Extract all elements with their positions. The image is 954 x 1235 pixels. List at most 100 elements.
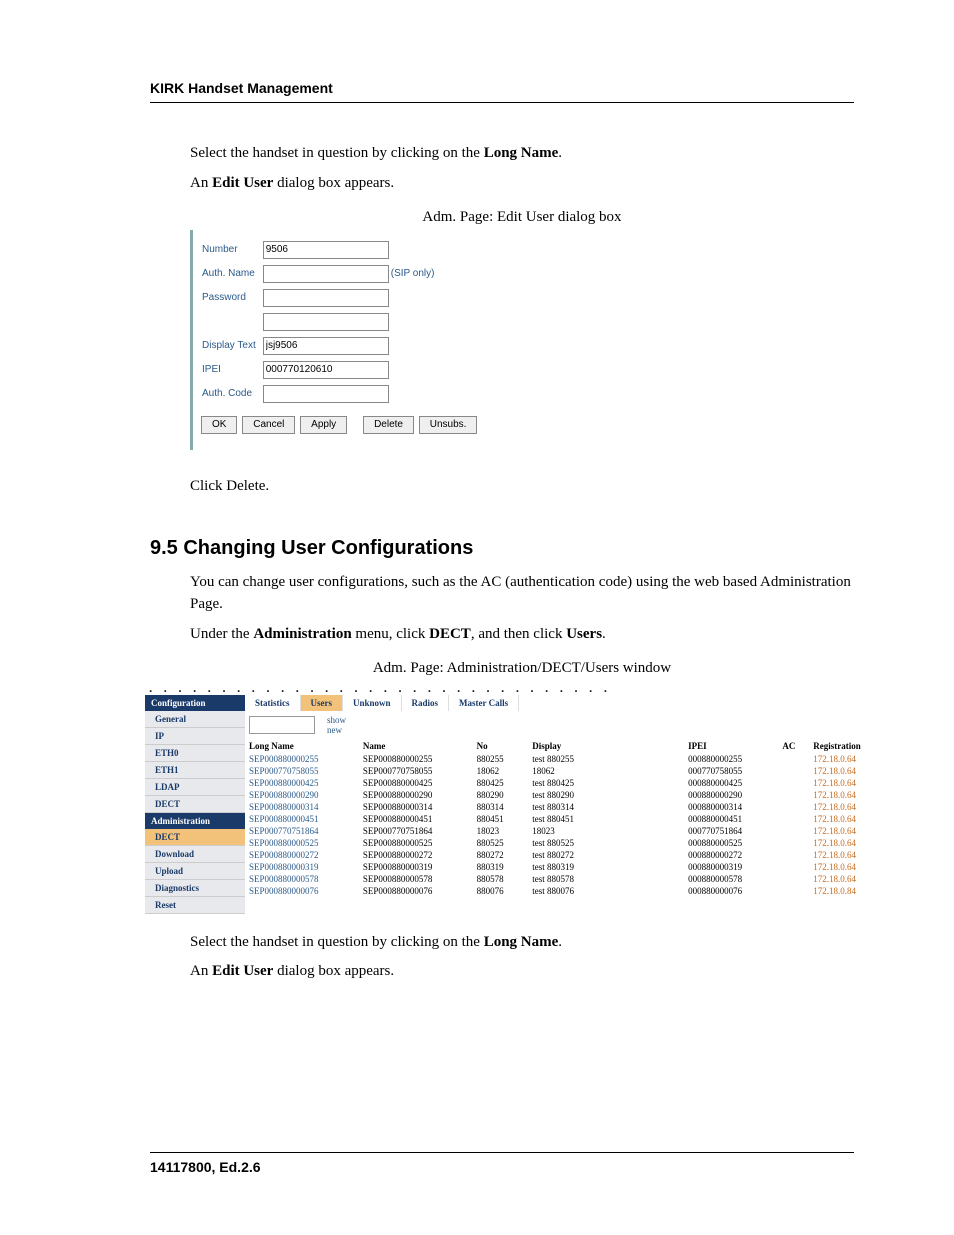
nav-item-eth0[interactable]: ETH0 <box>145 745 245 762</box>
nav-header-administration: Administration <box>145 813 245 829</box>
cell-display: test 880255 <box>528 753 684 765</box>
tab-statistics[interactable]: Statistics <box>245 695 301 711</box>
cell-long-name[interactable]: SEP000880000451 <box>245 813 359 825</box>
new-link[interactable]: new <box>327 725 346 735</box>
cell-long-name[interactable]: SEP000770751864 <box>245 825 359 837</box>
tab-radios[interactable]: Radios <box>402 695 450 711</box>
cell-registration[interactable]: 172.18.0.64 <box>809 801 885 813</box>
cell-registration[interactable]: 172.18.0.64 <box>809 813 885 825</box>
nav-item-reset[interactable]: Reset <box>145 897 245 914</box>
figure2-caption: Adm. Page: Administration/DECT/Users win… <box>190 660 854 677</box>
show-link[interactable]: show <box>327 715 346 725</box>
cell-no: 880314 <box>473 801 529 813</box>
cancel-button[interactable]: Cancel <box>242 416 295 434</box>
cell-registration[interactable]: 172.18.0.64 <box>809 765 885 777</box>
nav-item-general[interactable]: General <box>145 711 245 728</box>
cell-ipei: 000880000578 <box>684 873 778 885</box>
cell-ipei: 000880000319 <box>684 861 778 873</box>
table-row[interactable]: SEP000880000076SEP000880000076880076test… <box>245 885 885 897</box>
auth-name-input[interactable] <box>263 265 389 283</box>
cell-long-name[interactable]: SEP000880000314 <box>245 801 359 813</box>
nav-item-download[interactable]: Download <box>145 846 245 863</box>
filter-input[interactable] <box>249 716 315 734</box>
table-row[interactable]: SEP000880000319SEP000880000319880319test… <box>245 861 885 873</box>
cell-registration[interactable]: 172.18.0.64 <box>809 825 885 837</box>
cell-name: SEP000880000578 <box>359 873 473 885</box>
nav-item-dect[interactable]: DECT <box>145 829 245 846</box>
table-row[interactable]: SEP000770758055SEP0007707580551806218062… <box>245 765 885 777</box>
cell-no: 880578 <box>473 873 529 885</box>
paragraph-admin-dect-users: Under the Administration menu, click DEC… <box>190 624 854 646</box>
cell-name: SEP000880000525 <box>359 837 473 849</box>
cell-display: 18023 <box>528 825 684 837</box>
cell-registration[interactable]: 172.18.0.64 <box>809 789 885 801</box>
nav-item-eth1[interactable]: ETH1 <box>145 762 245 779</box>
users-bold: Users <box>566 626 602 642</box>
tab-users[interactable]: Users <box>301 695 344 711</box>
delete-button[interactable]: Delete <box>363 416 414 434</box>
nav-item-dect[interactable]: DECT <box>145 796 245 813</box>
cell-long-name[interactable]: SEP000880000272 <box>245 849 359 861</box>
cell-ac <box>778 885 809 897</box>
col-ipei: IPEI <box>684 739 778 753</box>
number-input[interactable] <box>263 241 389 259</box>
cell-registration[interactable]: 172.18.0.64 <box>809 873 885 885</box>
cell-long-name[interactable]: SEP000880000076 <box>245 885 359 897</box>
apply-button[interactable]: Apply <box>300 416 347 434</box>
nav-item-ldap[interactable]: LDAP <box>145 779 245 796</box>
cell-long-name[interactable]: SEP000880000578 <box>245 873 359 885</box>
cell-long-name[interactable]: SEP000880000255 <box>245 753 359 765</box>
display-text-input[interactable] <box>263 337 389 355</box>
nav-item-ip[interactable]: IP <box>145 728 245 745</box>
text: dialog box appears. <box>273 963 394 979</box>
table-row[interactable]: SEP000880000290SEP000880000290880290test… <box>245 789 885 801</box>
tab-master-calls[interactable]: Master Calls <box>449 695 519 711</box>
cell-registration[interactable]: 172.18.0.64 <box>809 837 885 849</box>
cell-registration[interactable]: 172.18.0.64 <box>809 753 885 765</box>
nav-item-upload[interactable]: Upload <box>145 863 245 880</box>
page-header-title: KIRK Handset Management <box>150 80 854 96</box>
table-row[interactable]: SEP000880000255SEP000880000255880255test… <box>245 753 885 765</box>
cell-ipei: 000770751864 <box>684 825 778 837</box>
long-name-bold: Long Name <box>484 934 559 950</box>
cell-no: 18023 <box>473 825 529 837</box>
cell-long-name[interactable]: SEP000880000290 <box>245 789 359 801</box>
cell-registration[interactable]: 172.18.0.64 <box>809 849 885 861</box>
nav-item-diagnostics[interactable]: Diagnostics <box>145 880 245 897</box>
cell-long-name[interactable]: SEP000770758055 <box>245 765 359 777</box>
cell-ac <box>778 765 809 777</box>
cell-registration[interactable]: 172.18.0.84 <box>809 885 885 897</box>
password-input[interactable] <box>263 289 389 307</box>
admin-users-window: . . . . . . . . . . . . . . . . . . . . … <box>145 681 885 914</box>
col-registration: Registration <box>809 739 885 753</box>
table-row[interactable]: SEP000880000425SEP000880000425880425test… <box>245 777 885 789</box>
table-row[interactable]: SEP000880000451SEP000880000451880451test… <box>245 813 885 825</box>
table-row[interactable]: SEP000880000272SEP000880000272880272test… <box>245 849 885 861</box>
footer-text: 14117800, Ed.2.6 <box>150 1159 854 1175</box>
tab-unknown[interactable]: Unknown <box>343 695 402 711</box>
password-confirm-input[interactable] <box>263 313 389 331</box>
col-ac: AC <box>778 739 809 753</box>
cell-registration[interactable]: 172.18.0.64 <box>809 861 885 873</box>
cell-long-name[interactable]: SEP000880000525 <box>245 837 359 849</box>
auth-code-input[interactable] <box>263 385 389 403</box>
cell-long-name[interactable]: SEP000880000425 <box>245 777 359 789</box>
table-row[interactable]: SEP000880000578SEP000880000578880578test… <box>245 873 885 885</box>
unsubs-button[interactable]: Unsubs. <box>419 416 478 434</box>
text: Under the <box>190 626 253 642</box>
ok-button[interactable]: OK <box>201 416 237 434</box>
label-display-text: Display Text <box>201 336 262 356</box>
table-row[interactable]: SEP000880000314SEP000880000314880314test… <box>245 801 885 813</box>
cell-long-name[interactable]: SEP000880000319 <box>245 861 359 873</box>
text: Select the handset in question by clicki… <box>190 145 484 161</box>
label-auth-code: Auth. Code <box>201 384 262 404</box>
cell-registration[interactable]: 172.18.0.64 <box>809 777 885 789</box>
cell-ipei: 000880000314 <box>684 801 778 813</box>
cell-ipei: 000770758055 <box>684 765 778 777</box>
cell-name: SEP000880000319 <box>359 861 473 873</box>
ipei-input[interactable] <box>263 361 389 379</box>
cell-ac <box>778 861 809 873</box>
cell-ac <box>778 813 809 825</box>
table-row[interactable]: SEP000770751864SEP0007707518641802318023… <box>245 825 885 837</box>
table-row[interactable]: SEP000880000525SEP000880000525880525test… <box>245 837 885 849</box>
